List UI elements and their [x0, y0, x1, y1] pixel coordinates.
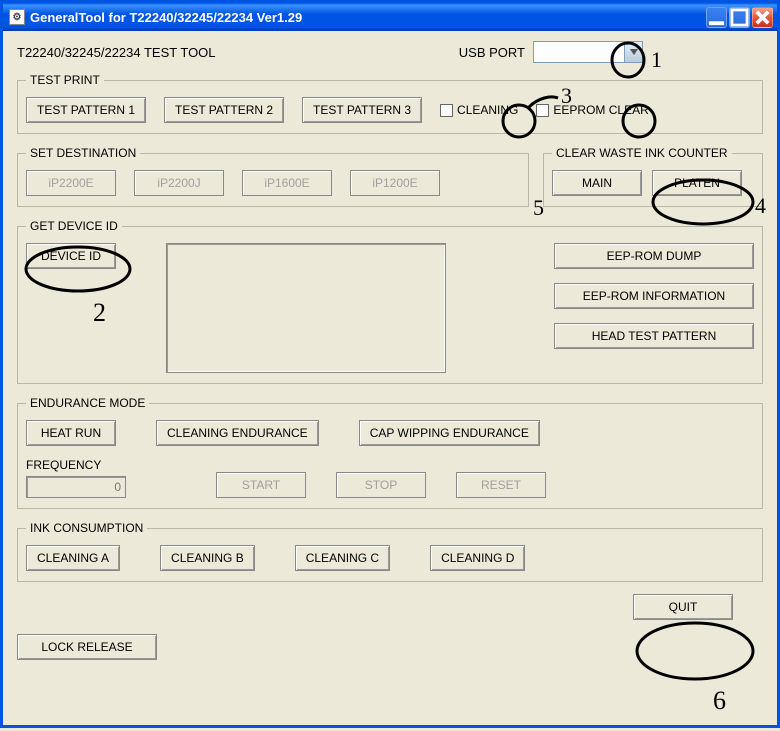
- head-test-pattern-button[interactable]: HEAD TEST PATTERN: [554, 323, 754, 349]
- get-device-id-group: GET DEVICE ID DEVICE ID EEP-ROM DUMP EEP…: [17, 219, 763, 384]
- usb-port-dropdown-button[interactable]: [624, 42, 642, 62]
- dest-ip2200e-button: iP2200E: [26, 170, 116, 196]
- start-button: START: [216, 472, 306, 498]
- test-pattern-3-button[interactable]: TEST PATTERN 3: [302, 97, 422, 123]
- endurance-mode-group: ENDURANCE MODE HEAT RUN CLEANING ENDURAN…: [17, 396, 763, 509]
- eeprom-clear-checkbox[interactable]: [536, 104, 549, 117]
- reset-button: RESET: [456, 472, 546, 498]
- usb-port-combo[interactable]: [533, 41, 643, 63]
- cap-wipping-endurance-button[interactable]: CAP WIPPING ENDURANCE: [359, 420, 540, 446]
- test-print-legend: TEST PRINT: [26, 73, 104, 87]
- titlebar: ⚙ GeneralTool for T22240/32245/22234 Ver…: [3, 3, 777, 31]
- cleaning-d-button[interactable]: CLEANING D: [430, 545, 525, 571]
- clear-waste-group: CLEAR WASTE INK COUNTER MAIN PLATEN: [543, 146, 763, 207]
- app-window: ⚙ GeneralTool for T22240/32245/22234 Ver…: [0, 0, 780, 728]
- dest-ip1200e-button: iP1200E: [350, 170, 440, 196]
- close-button[interactable]: [752, 7, 773, 28]
- minimize-button[interactable]: [706, 7, 727, 28]
- get-device-id-legend: GET DEVICE ID: [26, 219, 122, 233]
- eep-rom-dump-button[interactable]: EEP-ROM DUMP: [554, 243, 754, 269]
- window-title: GeneralTool for T22240/32245/22234 Ver1.…: [30, 10, 302, 25]
- stop-button: STOP: [336, 472, 426, 498]
- ink-consumption-legend: INK CONSUMPTION: [26, 521, 147, 535]
- cleaning-checkbox-label: CLEANING: [457, 103, 518, 117]
- endurance-mode-legend: ENDURANCE MODE: [26, 396, 149, 410]
- waste-main-button[interactable]: MAIN: [552, 170, 642, 196]
- test-pattern-2-button[interactable]: TEST PATTERN 2: [164, 97, 284, 123]
- eep-rom-info-button[interactable]: EEP-ROM INFORMATION: [554, 283, 754, 309]
- usb-port-value[interactable]: [534, 42, 624, 62]
- waste-platen-button[interactable]: PLATEN: [652, 170, 742, 196]
- cleaning-c-button[interactable]: CLEANING C: [295, 545, 390, 571]
- frequency-value: 0: [26, 476, 126, 498]
- cleaning-b-button[interactable]: CLEANING B: [160, 545, 255, 571]
- test-pattern-1-button[interactable]: TEST PATTERN 1: [26, 97, 146, 123]
- device-id-button[interactable]: DEVICE ID: [26, 243, 116, 269]
- usb-port-label: USB PORT: [459, 45, 525, 60]
- heat-run-button[interactable]: HEAT RUN: [26, 420, 116, 446]
- cleaning-a-button[interactable]: CLEANING A: [26, 545, 120, 571]
- dest-ip2200j-button: iP2200J: [134, 170, 224, 196]
- maximize-button[interactable]: [729, 7, 750, 28]
- cleaning-checkbox[interactable]: [440, 104, 453, 117]
- clear-waste-legend: CLEAR WASTE INK COUNTER: [552, 146, 732, 160]
- device-id-textarea: [166, 243, 446, 373]
- lock-release-button[interactable]: LOCK RELEASE: [17, 634, 157, 660]
- set-destination-group: SET DESTINATION iP2200E iP2200J iP1600E …: [17, 146, 529, 207]
- cleaning-endurance-button[interactable]: CLEANING ENDURANCE: [156, 420, 319, 446]
- test-print-group: TEST PRINT TEST PATTERN 1 TEST PATTERN 2…: [17, 73, 763, 134]
- ink-consumption-group: INK CONSUMPTION CLEANING A CLEANING B CL…: [17, 521, 763, 582]
- frequency-label: FREQUENCY: [26, 458, 126, 472]
- quit-button[interactable]: QUIT: [633, 594, 733, 620]
- tool-label: T22240/32245/22234 TEST TOOL: [17, 45, 216, 60]
- eeprom-clear-checkbox-label: EEPROM CLEAR: [553, 103, 648, 117]
- annotation-6: 6: [713, 686, 726, 715]
- dest-ip1600e-button: iP1600E: [242, 170, 332, 196]
- set-destination-legend: SET DESTINATION: [26, 146, 140, 160]
- chevron-down-icon: [630, 49, 638, 55]
- app-icon: ⚙: [9, 9, 25, 25]
